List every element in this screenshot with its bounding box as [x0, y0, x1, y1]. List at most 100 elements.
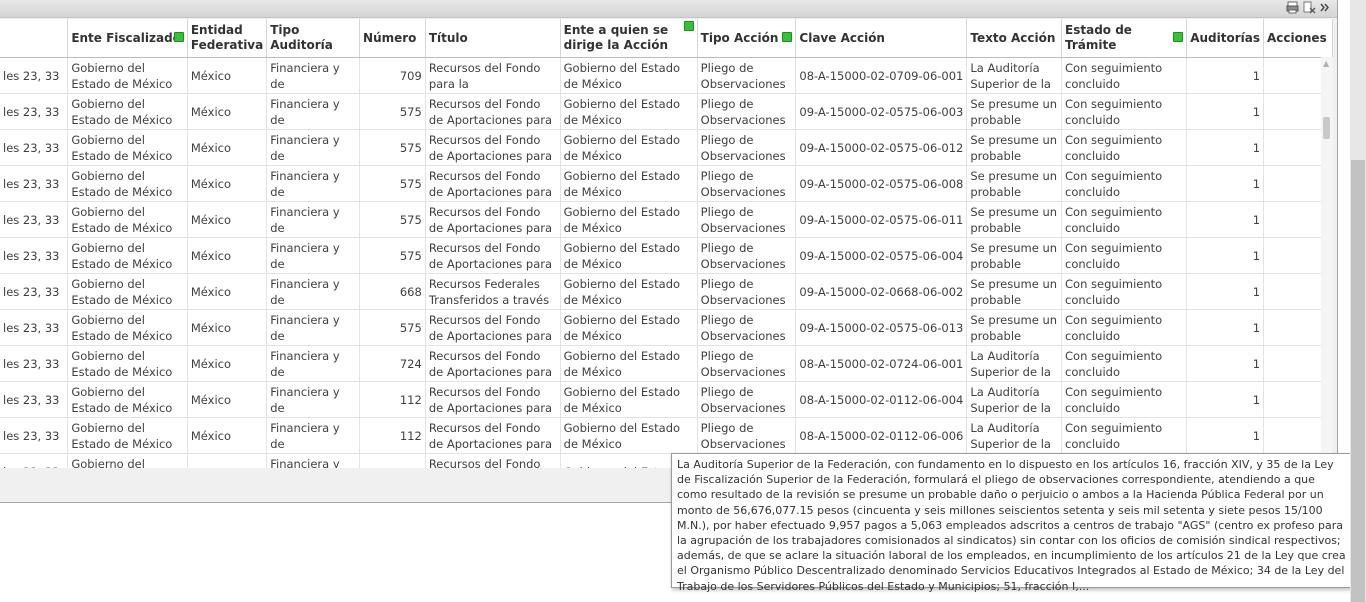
column-header-texto-accion[interactable]: Texto Acción: [966, 19, 1063, 58]
cell-tipo-auditoria[interactable]: Financiera y de Cumplimiento: [266, 93, 361, 130]
table-scrollbar-thumb[interactable]: [1323, 117, 1330, 139]
table-row[interactable]: les 23, 33 Gobierno del Estado de México M…: [0, 381, 1333, 418]
cell-ente-fiscalizado[interactable]: Gobierno del Estado de México: [67, 93, 188, 130]
cell-numero[interactable]: 575: [359, 129, 426, 166]
cell-clave-accion[interactable]: 09-A-15000-02-0575-06-012: [795, 129, 968, 166]
cell-ente-dirige[interactable]: Gobierno del Estado de México: [560, 417, 698, 454]
cell-leading[interactable]: les 23, 33: [0, 453, 69, 468]
cell-numero[interactable]: 112: [359, 417, 426, 454]
cell-leading[interactable]: les 23, 33: [0, 129, 69, 166]
cell-estado-tramite[interactable]: Con seguimiento concluido: [1061, 309, 1188, 346]
table-row[interactable]: les 23, 33 Gobierno del Estado de México M…: [0, 417, 1333, 454]
print-icon[interactable]: [1286, 1, 1299, 14]
cell-ente-dirige[interactable]: Gobierno del Estado de México: [560, 309, 698, 346]
cell-ente-fiscalizado[interactable]: Gobierno del Estado de México: [67, 129, 188, 166]
cell-entidad-federativa[interactable]: México: [187, 381, 268, 418]
cell-entidad-federativa[interactable]: México: [187, 417, 268, 454]
cell-tipo-auditoria[interactable]: Financiera y de Cumplimiento: [266, 381, 361, 418]
cell-tipo-accion[interactable]: Pliego de Observaciones: [697, 93, 797, 130]
cell-texto-accion[interactable]: Se presume un probable daño…: [966, 129, 1063, 166]
cell-tipo-auditoria[interactable]: Financiera y de Cumplimiento: [266, 165, 361, 202]
column-header-ente-dirige[interactable]: Ente a quien se dirige la Acción: [560, 19, 698, 58]
cell-leading[interactable]: les 23, 33: [0, 417, 69, 454]
cell-numero[interactable]: 575: [359, 309, 426, 346]
cell-titulo[interactable]: Recursos del Fondo de Aportaciones para …: [425, 93, 561, 130]
table-row[interactable]: les 23, 33 Gobierno del Estado de México M…: [0, 93, 1333, 130]
cell-estado-tramite[interactable]: Con seguimiento concluido: [1061, 165, 1188, 202]
cell-numero[interactable]: 575: [359, 201, 426, 238]
cell-ente-fiscalizado[interactable]: Gobierno del Estado: [67, 453, 188, 468]
cell-estado-tramite[interactable]: Con seguimiento concluido: [1061, 57, 1188, 94]
cell-clave-accion[interactable]: 09-A-15000-02-0575-06-004: [795, 237, 968, 274]
cell-auditorias[interactable]: 1: [1186, 345, 1265, 382]
cell-tipo-accion[interactable]: Pliego de Observaciones: [697, 57, 797, 94]
cell-tipo-auditoria[interactable]: Financiera y de Cumplimiento: [266, 417, 361, 454]
cell-texto-accion[interactable]: Se presume un probable daño…: [966, 237, 1063, 274]
cell-texto-accion[interactable]: La Auditoría Superior de la …: [966, 381, 1063, 418]
cell-tipo-accion[interactable]: Pliego de Observaciones: [697, 237, 797, 274]
cell-ente-dirige[interactable]: Gobierno del Estado de México: [560, 129, 698, 166]
cell-ente-fiscalizado[interactable]: Gobierno del Estado de México: [67, 273, 188, 310]
cell-ente-dirige[interactable]: Gobierno del Estado de México: [560, 165, 698, 202]
cell-entidad-federativa[interactable]: México: [187, 345, 268, 382]
cell-tipo-auditoria[interactable]: Financiera y de Cumplimiento: [266, 57, 361, 94]
table-row[interactable]: les 23, 33 Gobierno del Estado de México M…: [0, 345, 1333, 382]
cell-estado-tramite[interactable]: Con seguimiento concluido: [1061, 201, 1188, 238]
cell-numero[interactable]: 724: [359, 345, 426, 382]
column-header-auditorias[interactable]: Auditorías: [1186, 19, 1265, 58]
table-row[interactable]: les 23, 33 Gobierno del Estado de México M…: [0, 165, 1333, 202]
cell-texto-accion[interactable]: Se presume un probable daño…: [966, 165, 1063, 202]
cell-clave-accion[interactable]: 08-A-15000-02-0112-06-004: [795, 381, 968, 418]
cell-tipo-auditoria[interactable]: Financiera y de Cumplimiento: [266, 237, 361, 274]
cell-ente-fiscalizado[interactable]: Gobierno del Estado de México: [67, 165, 188, 202]
cell-ente-dirige[interactable]: Gobierno del Estado de México: [560, 273, 698, 310]
cell-auditorias[interactable]: 1: [1186, 309, 1265, 346]
column-header-clave-accion[interactable]: Clave Acción: [795, 19, 968, 58]
cell-numero[interactable]: 575: [359, 93, 426, 130]
table-row[interactable]: les 23, 33 Gobierno del Estado de México M…: [0, 237, 1333, 274]
cell-ente-dirige[interactable]: Gobierno del Estado de México: [560, 381, 698, 418]
cell-leading[interactable]: les 23, 33: [0, 381, 69, 418]
cell-entidad-federativa[interactable]: México: [187, 201, 268, 238]
cell-tipo-auditoria[interactable]: Financiera y de Cumplimiento: [266, 129, 361, 166]
cell-titulo[interactable]: Recursos Federales Transferidos a través…: [425, 273, 561, 310]
cell-numero[interactable]: 668: [359, 273, 426, 310]
cell-texto-accion[interactable]: Se presume un probable daño…: [966, 273, 1063, 310]
cell-clave-accion[interactable]: 09-A-15000-02-0575-06-013: [795, 309, 968, 346]
column-header-titulo[interactable]: Título: [425, 19, 561, 58]
cell-ente-dirige[interactable]: Gobierno del Estado de México: [560, 237, 698, 274]
cell-clave-accion[interactable]: 09-A-15000-02-0575-06-011: [795, 201, 968, 238]
cell-entidad-federativa[interactable]: México: [187, 57, 268, 94]
cell-clave-accion[interactable]: 08-A-15000-02-0112-06-006: [795, 417, 968, 454]
cell-ente-dirige[interactable]: Gobierno del Estado de México: [560, 345, 698, 382]
cell-texto-accion[interactable]: La Auditoría Superior de la …: [966, 417, 1063, 454]
cell-ente-fiscalizado[interactable]: Gobierno del Estado de México: [67, 417, 188, 454]
cell-ente-dirige[interactable]: Gobierno del Estado de México: [560, 93, 698, 130]
cell-estado-tramite[interactable]: Con seguimiento concluido: [1061, 381, 1188, 418]
cell-tipo-auditoria[interactable]: Financiera y de Cumplimiento: [266, 201, 361, 238]
cell-ente-fiscalizado[interactable]: Gobierno del Estado de México: [67, 57, 188, 94]
cell-leading[interactable]: les 23, 33: [0, 57, 69, 94]
cell-texto-accion[interactable]: Se presume un probable daño…: [966, 93, 1063, 130]
cell-titulo[interactable]: Recursos del Fondo de Aportaciones para …: [425, 201, 561, 238]
cell-auditorias[interactable]: 1: [1186, 93, 1265, 130]
cell-estado-tramite[interactable]: Con seguimiento concluido: [1061, 345, 1188, 382]
column-header-entidad-federativa[interactable]: Entidad Federativa: [187, 19, 268, 58]
cell-ente-fiscalizado[interactable]: Gobierno del Estado de México: [67, 201, 188, 238]
cell-titulo[interactable]: Recursos del Fondo de Aportaciones para …: [425, 345, 561, 382]
cell-auditorias[interactable]: 1: [1186, 165, 1265, 202]
cell-clave-accion[interactable]: 09-A-15000-02-0575-06-003: [795, 93, 968, 130]
cell-tipo-accion[interactable]: Pliego de Observaciones: [697, 381, 797, 418]
cell-entidad-federativa[interactable]: México: [187, 93, 268, 130]
cell-auditorias[interactable]: 1: [1186, 381, 1265, 418]
cell-ente-fiscalizado[interactable]: Gobierno del Estado de México: [67, 381, 188, 418]
cell-texto-accion[interactable]: Se presume un probable daño…: [966, 201, 1063, 238]
cell-clave-accion[interactable]: 09-A-15000-02-0668-06-002: [795, 273, 968, 310]
cell-tipo-accion[interactable]: Pliego de Observaciones: [697, 273, 797, 310]
cell-auditorias[interactable]: 1: [1186, 237, 1265, 274]
cell-estado-tramite[interactable]: Con seguimiento concluido: [1061, 273, 1188, 310]
column-header-tipo-auditoria[interactable]: Tipo Auditoría: [266, 19, 361, 58]
cell-entidad-federativa[interactable]: México: [187, 309, 268, 346]
cell-tipo-accion[interactable]: Pliego de Observaciones: [697, 345, 797, 382]
cell-estado-tramite[interactable]: Con seguimiento concluido: [1061, 237, 1188, 274]
